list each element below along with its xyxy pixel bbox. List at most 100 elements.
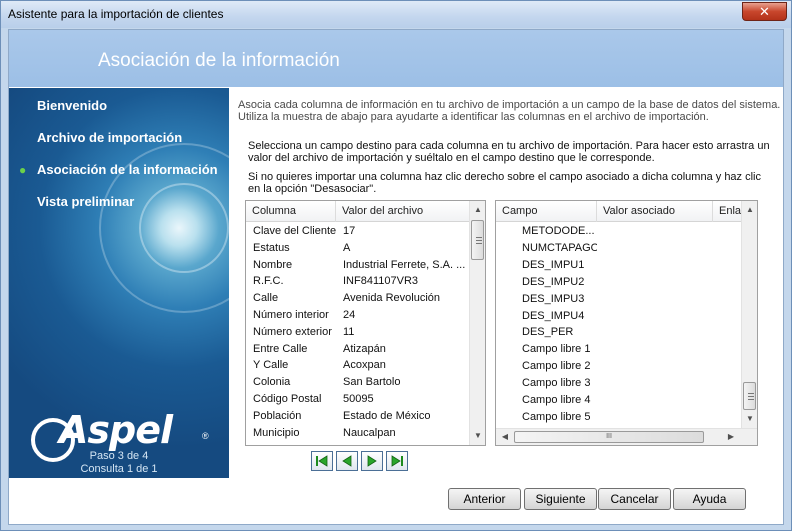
table-row[interactable]: DES_IMPU2 [496, 274, 741, 291]
dest-field-name: Campo libre 2 [522, 360, 591, 373]
source-column-name: Colonia [253, 376, 291, 389]
sidebar-step-vista: Vista preliminar [37, 194, 135, 209]
column-header-valor-asociado[interactable]: Valor asociado [597, 201, 713, 222]
dest-field-name: Campo libre 3 [522, 377, 591, 390]
source-column-name: Número exterior [253, 325, 332, 338]
dest-field-name: DES_IMPU1 [522, 258, 585, 271]
table-row[interactable]: DES_PER [496, 324, 741, 341]
instruction-line-4: en la opción "Desasociar". [248, 183, 377, 195]
last-record-button[interactable] [386, 451, 408, 471]
source-column-value[interactable]: San Bartolo [343, 374, 467, 391]
wizard-client-area: Asociación de la información Bienvenido … [8, 29, 784, 525]
dest-field-name: Campo libre 1 [522, 343, 591, 356]
header-band: Asociación de la información [9, 30, 783, 87]
table-row[interactable]: DES_IMPU1 [496, 257, 741, 274]
table-row[interactable]: Población Estado de México [246, 408, 469, 425]
page-title: Asociación de la información [98, 50, 340, 71]
table-row[interactable]: METODODE... [496, 223, 741, 240]
intro-line-1: Asocia cada columna de información en tu… [238, 99, 781, 111]
dest-horizontal-scrollbar[interactable]: ◀ III ▶ [496, 428, 757, 445]
instruction-line-3: Si no quieres importar una columna haz c… [248, 171, 761, 183]
step-counter: Paso 3 de 4 [89, 450, 149, 462]
title-bar[interactable]: Asistente para la importación de cliente… [1, 1, 791, 28]
source-column-name: Estatus [253, 241, 290, 254]
dest-field-name: DES_IMPU2 [522, 275, 585, 288]
source-vertical-scrollbar[interactable]: ▲ ▼ [469, 201, 485, 445]
aspel-logo-registered: ® [202, 431, 209, 441]
source-column-name: Nombre [253, 258, 293, 271]
prev-record-icon [342, 455, 352, 467]
table-row[interactable]: Municipio Naucalpan [246, 425, 469, 442]
table-row[interactable]: Número interior 24 [246, 307, 469, 324]
last-record-icon [391, 455, 403, 467]
prev-record-button[interactable] [336, 451, 358, 471]
source-column-value[interactable]: 11 [343, 324, 467, 341]
dest-field-name: DES_PER [522, 326, 574, 339]
source-column-name: Código Postal [253, 393, 322, 405]
next-record-button[interactable] [361, 451, 383, 471]
active-step-bullet-icon: ● [19, 163, 27, 177]
cancel-button[interactable]: Cancelar [598, 488, 671, 510]
dest-field-name: NUMCTAPAGO [522, 241, 597, 254]
scroll-down-icon[interactable]: ▼ [470, 428, 485, 444]
table-row[interactable]: DES_IMPU3 [496, 291, 741, 308]
source-column-value[interactable]: Naucalpan [343, 425, 467, 442]
help-button[interactable]: Ayuda [673, 488, 746, 510]
source-columns-grid[interactable]: Columna Valor del archivo Clave del Clie… [245, 200, 486, 446]
table-row[interactable]: Campo libre 4 [496, 392, 741, 409]
scroll-left-icon[interactable]: ◀ [497, 429, 513, 445]
table-row[interactable]: Entre Calle Atizapán [246, 341, 469, 358]
scroll-up-icon[interactable]: ▲ [742, 202, 757, 218]
table-row[interactable]: Campo libre 5 [496, 409, 741, 426]
source-scroll-thumb[interactable] [471, 220, 484, 260]
scroll-right-icon[interactable]: ▶ [723, 429, 739, 445]
source-column-value[interactable]: Acoxpan [343, 357, 467, 374]
source-column-value[interactable]: Atizapán [343, 341, 467, 358]
instruction-line-1: Selecciona un campo destino para cada co… [248, 140, 770, 152]
table-row[interactable]: Número exterior 11 [246, 324, 469, 341]
dest-vertical-scrollbar[interactable]: ▲ ▼ [741, 201, 757, 428]
table-row[interactable]: Estatus A [246, 240, 469, 257]
table-row[interactable]: R.F.C. INF841107VR3 [246, 273, 469, 290]
column-header-enla[interactable]: Enla [713, 201, 742, 222]
source-column-value[interactable]: A [343, 240, 467, 257]
intro-line-2: Utiliza la muestra de abajo para ayudart… [238, 111, 709, 123]
source-column-value[interactable]: 50095 [343, 391, 467, 408]
column-header-valor[interactable]: Valor del archivo [336, 201, 470, 222]
dest-grid-header: Campo Valor asociado Enla [496, 201, 742, 222]
source-column-name: Y Calle [253, 359, 289, 372]
column-header-campo[interactable]: Campo [496, 201, 597, 222]
table-row[interactable]: Y Calle Acoxpan [246, 357, 469, 374]
source-column-value[interactable]: Avenida Revolución [343, 290, 467, 307]
source-column-name: Entre Calle [253, 342, 308, 355]
wizard-window: Asistente para la importación de cliente… [0, 0, 792, 531]
dest-hscroll-thumb[interactable]: III [514, 431, 704, 443]
table-row[interactable]: DES_IMPU4 [496, 308, 741, 325]
destination-fields-grid[interactable]: Campo Valor asociado Enla METODODE... NUM… [495, 200, 758, 446]
table-row[interactable]: Clave del Cliente 17 [246, 223, 469, 240]
table-row[interactable]: Campo libre 2 [496, 358, 741, 375]
table-row[interactable]: NUMCTAPAGO [496, 240, 741, 257]
source-column-value[interactable]: 17 [343, 223, 467, 240]
source-column-name: Clave del Cliente [253, 225, 337, 237]
table-row[interactable]: Campo libre 3 [496, 375, 741, 392]
table-row[interactable]: Calle Avenida Revolución [246, 290, 469, 307]
first-record-button[interactable] [311, 451, 333, 471]
sidebar-step-asociacion: Asociación de la información [37, 162, 218, 177]
column-header-columna[interactable]: Columna [246, 201, 336, 222]
source-column-value[interactable]: Industrial Ferrete, S.A. ... [343, 257, 467, 274]
dest-scroll-thumb[interactable] [743, 382, 756, 410]
back-button[interactable]: Anterior [448, 488, 521, 510]
scroll-up-icon[interactable]: ▲ [470, 202, 485, 218]
source-column-value[interactable]: Estado de México [343, 408, 467, 425]
table-row[interactable]: Colonia San Bartolo [246, 374, 469, 391]
table-row[interactable]: Código Postal 50095 [246, 391, 469, 408]
dest-field-name: METODODE... [522, 225, 595, 237]
next-button[interactable]: Siguiente [524, 488, 597, 510]
source-column-value[interactable]: INF841107VR3 [343, 273, 467, 290]
scroll-down-icon[interactable]: ▼ [742, 411, 757, 427]
table-row[interactable]: Nombre Industrial Ferrete, S.A. ... [246, 257, 469, 274]
close-button[interactable]: ✕ [742, 2, 787, 21]
table-row[interactable]: Campo libre 1 [496, 341, 741, 358]
source-column-value[interactable]: 24 [343, 307, 467, 324]
